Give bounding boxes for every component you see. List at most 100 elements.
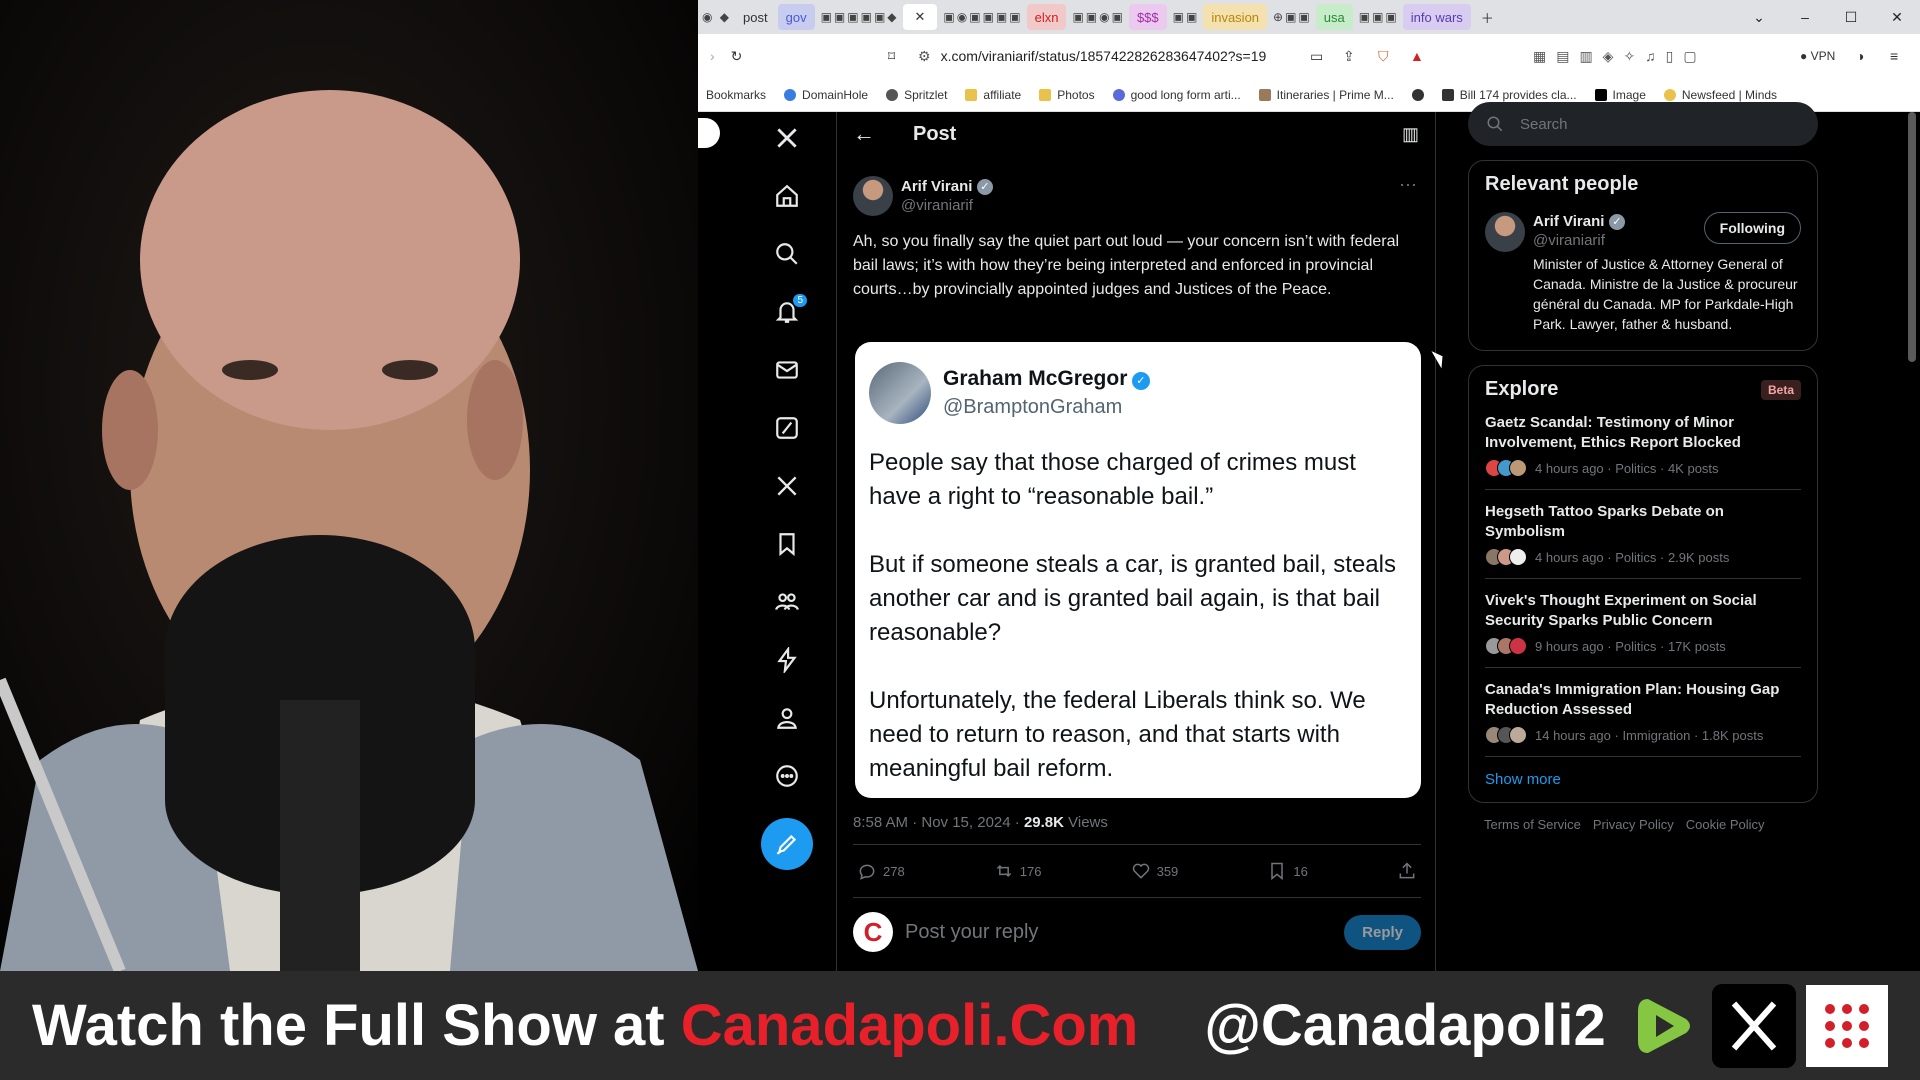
tab-favicon-group[interactable]: ▣▣: [1173, 10, 1200, 24]
bookmark-item[interactable]: Itineraries | Prime M...: [1258, 88, 1394, 102]
close-window-button[interactable]: ✕: [1874, 9, 1920, 26]
tab-favicon-group[interactable]: ▣▣▣: [1359, 10, 1399, 24]
share-icon[interactable]: ⇪: [1343, 48, 1355, 65]
reply-input[interactable]: Post your reply: [905, 921, 1344, 944]
footer-link[interactable]: Terms of Service: [1484, 817, 1581, 832]
cast-icon[interactable]: ▭: [1310, 48, 1323, 65]
share-action[interactable]: [1397, 861, 1417, 881]
new-tab-button[interactable]: ＋: [1473, 4, 1502, 30]
brave-sidebar-logo[interactable]: [698, 118, 720, 148]
explore-card: Explore Beta Gaetz Scandal: Testimony of…: [1468, 365, 1818, 803]
quoted-verified-icon: ✓: [1131, 371, 1150, 390]
bookmark-item[interactable]: good long form arti...: [1112, 88, 1241, 102]
like-count: 359: [1156, 863, 1179, 879]
brave-shield-icon[interactable]: ⛉: [1378, 48, 1389, 65]
reader-view-icon[interactable]: ▥: [1402, 124, 1419, 145]
following-button[interactable]: Following: [1703, 212, 1801, 244]
notifications-bell-icon[interactable]: 5: [767, 292, 807, 332]
relevant-name[interactable]: Arif Virani: [1533, 213, 1604, 230]
trend-item[interactable]: Hegseth Tattoo Sparks Debate on Symbolis…: [1485, 490, 1801, 579]
author-avatar[interactable]: [853, 176, 893, 216]
address-bar-row: › ↻ ⌑ ⚙ x.com/viraniarif/status/18574228…: [698, 34, 1920, 78]
bookmark-item[interactable]: [1411, 88, 1424, 101]
menu-icon[interactable]: ≡: [1890, 48, 1898, 64]
extensions-icons[interactable]: ▦▤▥◈✧♫▯▢: [1533, 48, 1707, 65]
banner-prefix: Watch the Full Show at: [32, 993, 681, 1058]
footer-link[interactable]: Cookie Policy: [1686, 817, 1765, 832]
bookmark-label: affiliate: [983, 87, 1022, 102]
brave-rewards-icon[interactable]: ▲: [1410, 48, 1424, 64]
repost-action[interactable]: 176: [994, 861, 1042, 881]
tab-search-icon[interactable]: ⌄: [1736, 9, 1782, 26]
footer-link[interactable]: Privacy Policy: [1593, 817, 1674, 832]
like-action[interactable]: 359: [1131, 861, 1179, 881]
trend-item[interactable]: Canada's Immigration Plan: Housing Gap R…: [1485, 668, 1801, 757]
verified-orgs-lightning-icon[interactable]: [767, 640, 807, 680]
more-options-icon[interactable]: [767, 756, 807, 796]
bookmark-action[interactable]: 16: [1267, 861, 1308, 881]
search-box[interactable]: Search: [1468, 102, 1818, 146]
reply-button[interactable]: Reply: [1344, 914, 1421, 950]
profile-icon[interactable]: ◑: [1856, 48, 1864, 64]
show-more-link[interactable]: Show more: [1485, 757, 1801, 794]
pinned-favicons[interactable]: ◉ ◆: [702, 10, 731, 24]
vpn-button[interactable]: ● VPN: [1800, 49, 1835, 63]
site-info-icon[interactable]: ⚙: [918, 48, 931, 65]
post-more-icon[interactable]: ···: [1399, 174, 1417, 195]
tab-favicon-group[interactable]: ⊕▣▣: [1273, 10, 1312, 24]
tab-post[interactable]: post: [735, 4, 776, 30]
tab-invasion[interactable]: invasion: [1203, 4, 1268, 30]
scrollbar[interactable]: [1908, 112, 1916, 362]
back-arrow-icon[interactable]: ←: [853, 121, 875, 147]
forward-icon[interactable]: ›: [710, 48, 715, 64]
bookmark-folder[interactable]: Photos: [1039, 87, 1095, 102]
trend-item[interactable]: Vivek's Thought Experiment on Social Sec…: [1485, 579, 1801, 668]
banner-site: Canadapoli.Com: [680, 993, 1139, 1058]
bookmark-item[interactable]: Spritzlet: [886, 88, 947, 102]
premium-x-icon[interactable]: [767, 466, 807, 506]
bookmark-folder[interactable]: affiliate: [965, 88, 1021, 102]
user-avatar[interactable]: C: [853, 912, 893, 952]
bookmark-item[interactable]: Image: [1594, 88, 1646, 102]
compose-post-button[interactable]: [761, 818, 813, 870]
tab-usa[interactable]: usa: [1315, 4, 1353, 30]
explore-search-icon[interactable]: [767, 234, 807, 274]
reload-icon[interactable]: ↻: [731, 48, 743, 65]
bookmark-label: Photos: [1057, 87, 1095, 102]
post-timestamp[interactable]: 8:58 AM · Nov 15, 2024 ·: [853, 814, 1020, 831]
bookmark-page-icon[interactable]: ⌑: [888, 48, 895, 65]
home-icon[interactable]: [767, 176, 807, 216]
x-logo-icon[interactable]: [767, 118, 807, 158]
relevant-verified-icon: ✓: [1608, 213, 1625, 230]
bookmark-item[interactable]: DomainHole: [784, 88, 868, 102]
tab-active[interactable]: ✕: [902, 4, 938, 30]
trend-item[interactable]: Gaetz Scandal: Testimony of Minor Involv…: [1485, 401, 1801, 490]
author-handle[interactable]: @viraniarif: [901, 196, 993, 215]
minimize-button[interactable]: –: [1782, 9, 1828, 25]
communities-icon[interactable]: [767, 582, 807, 622]
bookmark-item[interactable]: Newsfeed | Minds: [1663, 88, 1777, 102]
bookmark-item[interactable]: Bill 174 provides cla...: [1441, 88, 1577, 102]
quoted-post-image[interactable]: Graham McGregor ✓ @BramptonGraham People…: [855, 342, 1421, 798]
tab-favicon-group[interactable]: ▣▣▣▣▣◆: [821, 10, 899, 24]
bookmark-item[interactable]: Bookmarks: [706, 88, 766, 102]
reply-action[interactable]: 278: [857, 861, 905, 881]
trend-avatars: [1485, 726, 1527, 744]
url-text[interactable]: x.com/viraniarif/status/1857422826283647…: [941, 48, 1267, 64]
relevant-people-title: Relevant people: [1485, 173, 1639, 195]
tab-elxn[interactable]: elxn: [1026, 4, 1067, 30]
tab-favicon-group[interactable]: ▣◉▣▣▣▣: [943, 10, 1022, 24]
messages-envelope-icon[interactable]: [767, 350, 807, 390]
tab-favicon-group[interactable]: ▣▣◉▣: [1072, 10, 1124, 24]
author-name[interactable]: Arif Virani: [901, 178, 972, 195]
tab-info-wars[interactable]: info wars: [1402, 4, 1471, 30]
grok-icon[interactable]: [767, 408, 807, 448]
views-count: 29.8K: [1023, 814, 1064, 831]
maximize-button[interactable]: ☐: [1828, 9, 1874, 26]
profile-person-icon[interactable]: [767, 698, 807, 738]
bookmarks-icon[interactable]: [767, 524, 807, 564]
tab-money[interactable]: $$$: [1128, 4, 1167, 30]
tab-gov[interactable]: gov: [777, 4, 815, 30]
relevant-avatar[interactable]: [1485, 212, 1525, 252]
trend-meta: 14 hours ago · Immigration · 1.8K posts: [1535, 727, 1764, 743]
